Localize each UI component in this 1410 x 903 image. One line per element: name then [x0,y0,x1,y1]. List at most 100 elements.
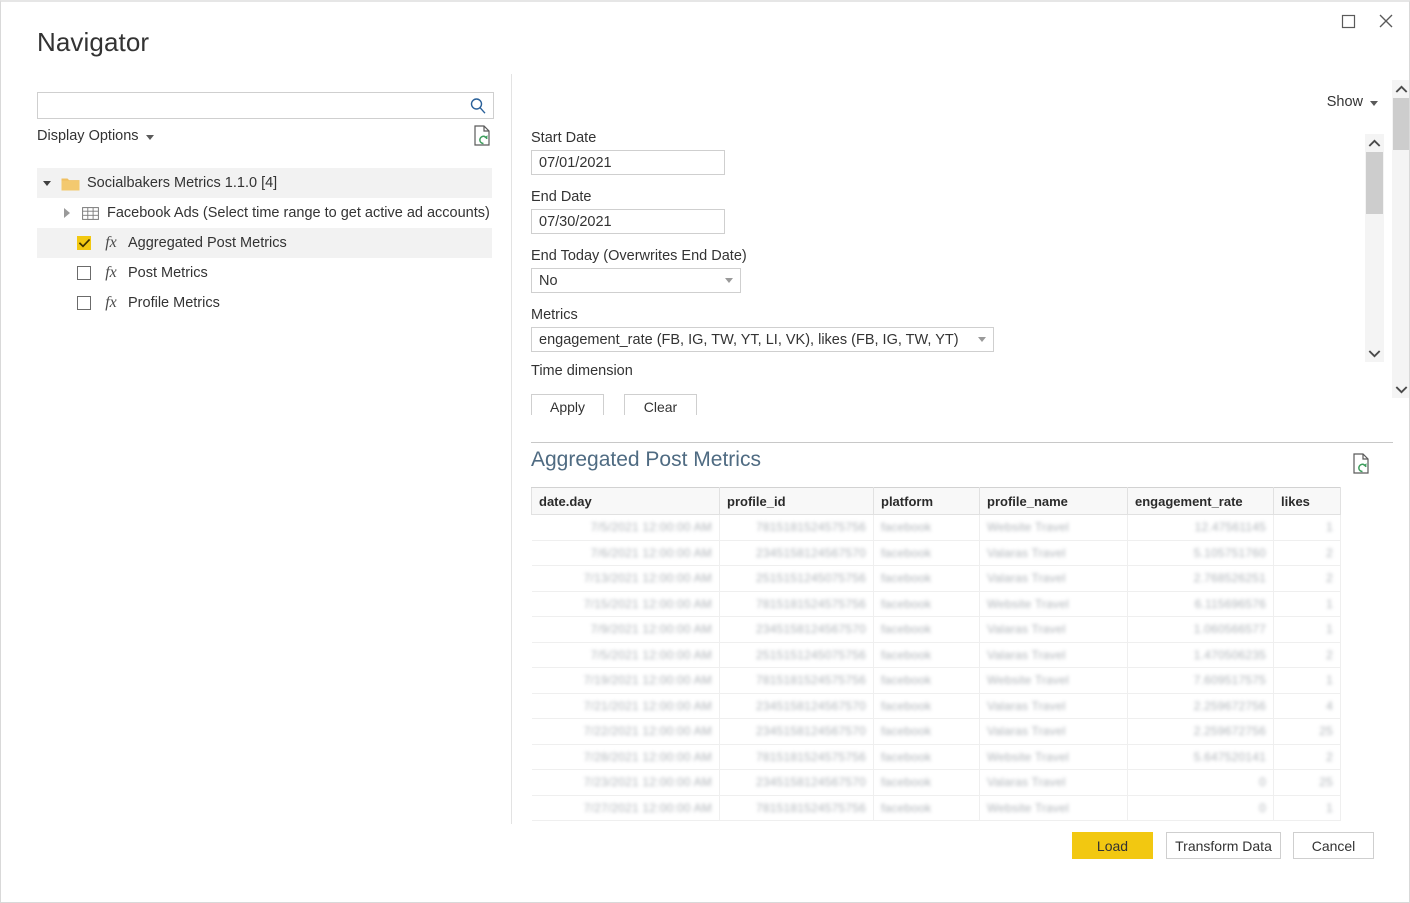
tree-item-profile-metrics[interactable]: fx Profile Metrics [37,288,492,318]
show-menu[interactable]: Show [1327,94,1378,110]
column-header-engagement-rate[interactable]: engagement_rate [1127,487,1274,515]
table-row[interactable]: 7/5/2021 12:00:00 AM 7815181524575756 face… [531,514,1341,541]
checkbox-profile-metrics[interactable] [77,296,91,310]
table-cell: 2345158124567570 [719,769,874,796]
table-cell: 7/9/2021 12:00:00 AM [531,616,720,643]
table-header-row: date.day profile_id platform profile_nam… [531,487,1341,515]
end-date-input[interactable] [531,209,725,234]
search-icon[interactable] [463,93,493,118]
table-cell: Website Travel [979,591,1128,617]
table-row[interactable]: 7/15/2021 12:00:00 AM 7815181524575756 fac… [531,591,1341,617]
load-button[interactable]: Load [1072,832,1153,859]
tree-item-post-metrics[interactable]: fx Post Metrics [37,258,492,288]
page-title: Navigator [37,27,150,57]
table-row[interactable]: 7/6/2021 12:00:00 AM 2345158124567570 face… [531,540,1341,566]
table-row[interactable]: 7/23/2021 12:00:00 AM 2345158124567570 fac… [531,769,1341,796]
table-cell: Valaras Travel [979,693,1128,719]
source-tree-pane: Display Options Socialbakers Metrics 1.1… [1,80,511,825]
table-cell: facebook [873,540,980,566]
clear-button[interactable]: Clear [624,394,697,415]
scroll-track[interactable] [1365,152,1384,344]
apply-button[interactable]: Apply [531,394,604,415]
table-cell: Website Travel [979,795,1128,821]
parameters-form: Start Date End Date End Today (Overwrite… [531,130,1371,415]
scroll-down-icon[interactable] [1365,344,1384,362]
table-cell: facebook [873,718,980,745]
tree-item-socialbakers-metrics[interactable]: Socialbakers Metrics 1.1.0 [4] [37,168,492,198]
table-row[interactable]: 7/27/2021 12:00:00 AM 7815181524575756 fac… [531,795,1341,821]
table-cell: 2.259672756 [1127,693,1274,719]
table-cell: 1 [1273,514,1341,541]
metrics-dropdown[interactable]: engagement_rate (FB, IG, TW, YT, LI, VK)… [531,327,994,352]
table-cell: 2345158124567570 [719,540,874,566]
table-cell: 7815181524575756 [719,514,874,541]
scroll-thumb[interactable] [1393,98,1409,150]
table-cell: 6.115696576 [1127,591,1274,617]
table-cell: 1 [1273,667,1341,694]
column-header-profile-name[interactable]: profile_name [979,487,1128,515]
table-row[interactable]: 7/21/2021 12:00:00 AM 2345158124567570 fac… [531,693,1341,719]
table-cell: 0 [1127,769,1274,796]
table-cell: 1 [1273,616,1341,643]
search-input[interactable] [38,93,463,118]
column-header-platform[interactable]: platform [873,487,980,515]
table-cell: facebook [873,642,980,668]
end-today-label: End Today (Overwrites End Date) [531,248,747,264]
checkbox-post-metrics[interactable] [77,266,91,280]
table-row[interactable]: 7/9/2021 12:00:00 AM 2345158124567570 face… [531,616,1341,643]
refresh-preview-icon[interactable] [1350,452,1372,476]
scroll-thumb[interactable] [1366,152,1383,214]
tree-item-label: Facebook Ads (Select time range to get a… [107,205,490,221]
table-cell: 2515151245075756 [719,565,874,592]
show-menu-label: Show [1326,94,1363,110]
table-cell: 7/6/2021 12:00:00 AM [531,540,720,566]
refresh-preview-icon[interactable] [471,124,493,148]
search-box[interactable] [37,92,494,119]
table-row[interactable]: 7/13/2021 12:00:00 AM 2515151245075756 fac… [531,565,1341,592]
end-today-value: No [539,272,558,289]
end-date-label: End Date [531,189,592,205]
preview-pane: Show Start Date End Date End Today (Over… [512,80,1409,825]
close-icon[interactable] [1369,6,1403,36]
scroll-up-icon[interactable] [1392,80,1409,98]
column-header-likes[interactable]: likes [1273,487,1341,515]
table-cell: 25 [1273,718,1341,745]
cancel-button[interactable]: Cancel [1293,832,1374,859]
maximize-icon[interactable] [1331,6,1365,36]
parameters-scrollbar[interactable] [1365,134,1384,362]
column-header-date-day[interactable]: date.day [531,487,720,515]
display-options-menu[interactable]: Display Options [37,128,154,144]
table-cell: 1.060566577 [1127,616,1274,643]
table-cell: Valaras Travel [979,540,1128,566]
column-header-profile-id[interactable]: profile_id [719,487,874,515]
scroll-track[interactable] [1392,98,1409,380]
tree-item-label: Socialbakers Metrics 1.1.0 [4] [87,175,278,191]
table-cell: 7815181524575756 [719,667,874,694]
table-row[interactable]: 7/19/2021 12:00:00 AM 7815181524575756 fac… [531,667,1341,694]
scroll-up-icon[interactable] [1365,134,1384,152]
start-date-input[interactable] [531,150,725,175]
table-row[interactable]: 7/5/2021 12:00:00 AM 2515151245075756 face… [531,642,1341,668]
scroll-down-icon[interactable] [1392,380,1409,398]
chevron-down-icon[interactable] [37,180,57,186]
table-cell: 1 [1273,795,1341,821]
data-preview-grid: date.day profile_id platform profile_nam… [531,487,1356,825]
preview-scrollbar[interactable] [1392,80,1409,398]
table-row[interactable]: 7/28/2021 12:00:00 AM 7815181524575756 fac… [531,744,1341,770]
chevron-right-icon[interactable] [57,208,77,218]
table-cell: 2345158124567570 [719,718,874,745]
transform-data-button[interactable]: Transform Data [1166,832,1281,859]
table-cell: 7/13/2021 12:00:00 AM [531,565,720,592]
chevron-down-icon [1370,100,1378,106]
table-cell: facebook [873,667,980,694]
tree-item-facebook-ads[interactable]: Facebook Ads (Select time range to get a… [37,198,492,228]
checkbox-aggregated-post-metrics[interactable] [77,236,91,250]
function-icon: fx [105,264,117,281]
table-row[interactable]: 7/22/2021 12:00:00 AM 2345158124567570 fac… [531,718,1341,745]
preview-divider [531,442,1393,443]
end-today-dropdown[interactable]: No [531,268,741,293]
table-cell: 2 [1273,540,1341,566]
table-cell: Website Travel [979,514,1128,541]
tree-item-aggregated-post-metrics[interactable]: fx Aggregated Post Metrics [37,228,492,258]
table-cell: 7/21/2021 12:00:00 AM [531,693,720,719]
